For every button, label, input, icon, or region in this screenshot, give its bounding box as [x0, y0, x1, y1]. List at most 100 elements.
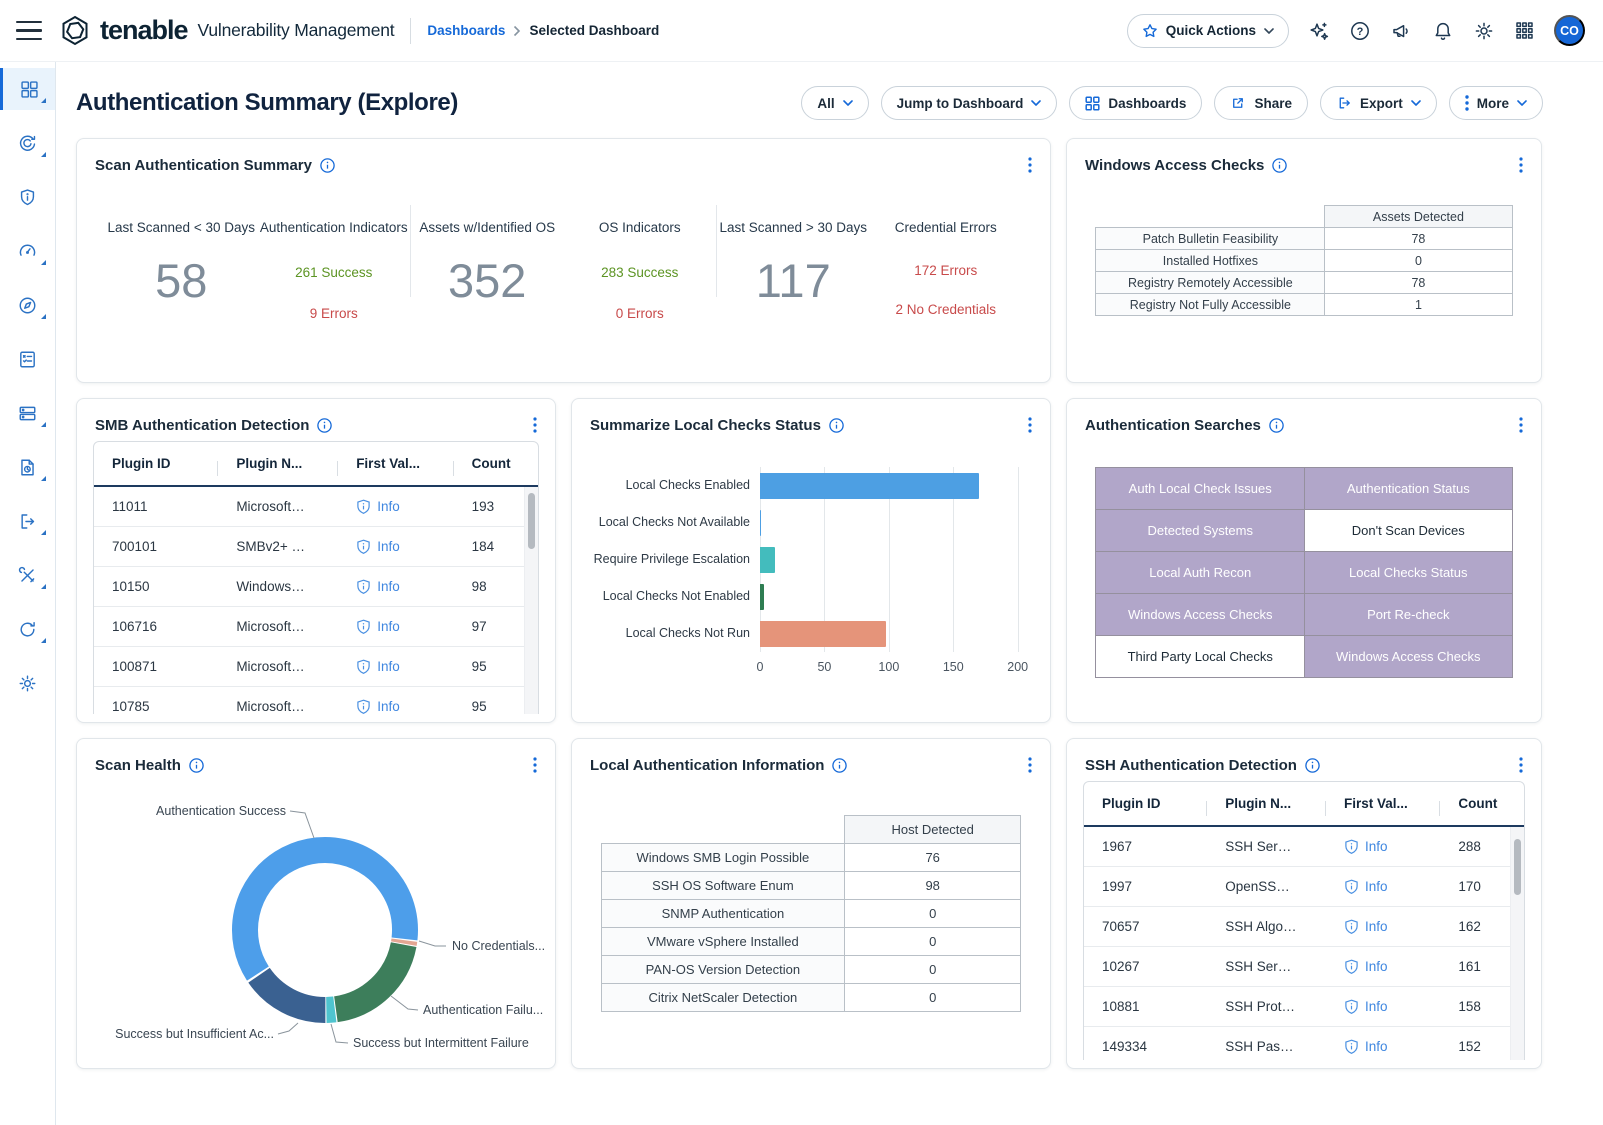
bar-1[interactable] — [760, 510, 761, 536]
table-row[interactable]: 106716Microsoft…Info97 — [94, 607, 538, 647]
sidebar-item-findings[interactable] — [0, 176, 55, 218]
info-icon[interactable] — [829, 418, 844, 433]
bar-2[interactable] — [760, 547, 775, 573]
scrollbar-track[interactable] — [1510, 827, 1524, 1060]
row-value[interactable]: 0 — [845, 956, 1021, 984]
table-row[interactable]: 100871Microsoft…Info95 — [94, 647, 538, 687]
search-link-port-re-check[interactable]: Port Re-check — [1305, 594, 1513, 636]
search-link-detected-systems[interactable]: Detected Systems — [1096, 510, 1305, 552]
search-link-third-party-local-checks[interactable]: Third Party Local Checks — [1096, 636, 1305, 678]
help-icon[interactable]: ? — [1349, 20, 1371, 42]
column-header-plugin-name[interactable]: Plugin N... — [218, 456, 338, 471]
sidebar-item-explore[interactable] — [0, 284, 55, 326]
info-icon[interactable] — [1305, 758, 1320, 773]
search-link-windows-access-checks[interactable]: Windows Access Checks — [1096, 594, 1305, 636]
row-value[interactable]: 1 — [1325, 294, 1512, 316]
row-value[interactable]: 78 — [1325, 272, 1512, 294]
metric-no-credentials[interactable]: 2 No Credentials — [870, 302, 1023, 317]
sidebar-item-scans[interactable] — [0, 122, 55, 164]
row-value[interactable]: 0 — [845, 900, 1021, 928]
tenable-logo[interactable]: tenable Vulnerability Management — [58, 14, 394, 48]
card-menu-icon[interactable] — [1026, 415, 1034, 435]
user-avatar[interactable]: CO — [1554, 15, 1585, 46]
info-icon[interactable] — [1269, 418, 1284, 433]
row-value[interactable]: 78 — [1325, 228, 1512, 250]
column-header-plugin-name[interactable]: Plugin N... — [1207, 796, 1326, 811]
info-icon[interactable] — [317, 418, 332, 433]
row-value[interactable]: 76 — [845, 844, 1021, 872]
table-row[interactable]: 1967SSH Ser…Info288 — [1084, 827, 1524, 867]
scrollbar-track[interactable] — [524, 487, 538, 714]
info-severity-link[interactable]: Info — [356, 659, 453, 675]
hamburger-menu-icon[interactable] — [16, 21, 42, 41]
search-link-authentication-status[interactable]: Authentication Status — [1305, 468, 1513, 510]
info-severity-link[interactable]: Info — [1344, 1039, 1440, 1055]
info-severity-link[interactable]: Info — [356, 699, 453, 715]
table-row[interactable]: 11011Microsoft…Info193 — [94, 487, 538, 527]
search-link-windows-access-checks-2[interactable]: Windows Access Checks — [1305, 636, 1513, 678]
row-value[interactable]: 0 — [845, 928, 1021, 956]
column-header-count[interactable]: Count — [454, 456, 538, 471]
announcements-megaphone-icon[interactable] — [1390, 20, 1413, 42]
breadcrumb-dashboards-link[interactable]: Dashboards — [427, 23, 505, 38]
search-link-dont-scan-devices[interactable]: Don't Scan Devices — [1305, 510, 1513, 552]
table-row[interactable]: 10267SSH Ser…Info161 — [1084, 947, 1524, 987]
quick-actions-button[interactable]: Quick Actions — [1127, 14, 1289, 48]
info-severity-link[interactable]: Info — [1344, 879, 1440, 895]
more-button[interactable]: More — [1449, 86, 1543, 120]
info-severity-link[interactable]: Info — [1344, 919, 1440, 935]
table-row[interactable]: 10785Microsoft…Info95 — [94, 687, 538, 714]
apps-grid-icon[interactable] — [1514, 20, 1535, 41]
jump-to-dashboard-dropdown[interactable]: Jump to Dashboard — [881, 86, 1058, 120]
sidebar-item-reports[interactable] — [0, 446, 55, 488]
table-row[interactable]: 10881SSH Prot…Info158 — [1084, 987, 1524, 1027]
info-severity-link[interactable]: Info — [1344, 959, 1440, 975]
card-menu-icon[interactable] — [1517, 155, 1525, 175]
notifications-bell-icon[interactable] — [1432, 20, 1454, 42]
sidebar-item-export[interactable] — [0, 500, 55, 542]
sidebar-item-lumin[interactable] — [0, 230, 55, 272]
metric-errors[interactable]: 0 Errors — [564, 306, 717, 321]
metric-success[interactable]: 283 Success — [564, 265, 717, 280]
donut-segment-0[interactable] — [215, 820, 436, 1041]
sidebar-item-assets[interactable] — [0, 392, 55, 434]
card-menu-icon[interactable] — [1517, 415, 1525, 435]
sidebar-item-dashboards[interactable] — [0, 68, 55, 110]
info-icon[interactable] — [1272, 158, 1287, 173]
info-severity-link[interactable]: Info — [356, 539, 453, 555]
info-severity-link[interactable]: Info — [1344, 839, 1440, 855]
sidebar-item-scan-templates[interactable] — [0, 338, 55, 380]
info-severity-link[interactable]: Info — [356, 499, 453, 515]
info-icon[interactable] — [320, 158, 335, 173]
row-value[interactable]: 98 — [845, 872, 1021, 900]
sidebar-item-recast[interactable] — [0, 608, 55, 650]
search-link-local-auth-recon[interactable]: Local Auth Recon — [1096, 552, 1305, 594]
filter-all-dropdown[interactable]: All — [801, 86, 868, 120]
search-link-local-checks-status[interactable]: Local Checks Status — [1305, 552, 1513, 594]
card-menu-icon[interactable] — [1517, 755, 1525, 775]
bar-3[interactable] — [760, 584, 764, 610]
table-row[interactable]: 70657SSH Algo…Info162 — [1084, 907, 1524, 947]
column-header-plugin-id[interactable]: Plugin ID — [94, 456, 218, 471]
scrollbar-thumb[interactable] — [528, 493, 535, 549]
card-menu-icon[interactable] — [1026, 755, 1034, 775]
metric-errors[interactable]: 9 Errors — [258, 306, 411, 321]
column-header-plugin-id[interactable]: Plugin ID — [1084, 796, 1207, 811]
bar-4[interactable] — [760, 621, 886, 647]
metric-errors[interactable]: 172 Errors — [870, 263, 1023, 278]
info-severity-link[interactable]: Info — [1344, 999, 1440, 1015]
dashboards-button[interactable]: Dashboards — [1069, 86, 1202, 120]
card-menu-icon[interactable] — [1026, 155, 1034, 175]
column-header-first-val[interactable]: First Val... — [338, 456, 453, 471]
settings-gear-icon[interactable] — [1473, 20, 1495, 42]
table-row[interactable]: 700101SMBv2+ …Info184 — [94, 527, 538, 567]
share-button[interactable]: Share — [1214, 86, 1308, 120]
info-icon[interactable] — [832, 758, 847, 773]
table-row[interactable]: 1997OpenSS…Info170 — [1084, 867, 1524, 907]
column-header-count[interactable]: Count — [1440, 796, 1524, 811]
metric-success[interactable]: 261 Success — [258, 265, 411, 280]
info-icon[interactable] — [189, 758, 204, 773]
bar-0[interactable] — [760, 473, 979, 499]
ai-sparkles-icon[interactable] — [1308, 20, 1330, 42]
card-menu-icon[interactable] — [531, 755, 539, 775]
